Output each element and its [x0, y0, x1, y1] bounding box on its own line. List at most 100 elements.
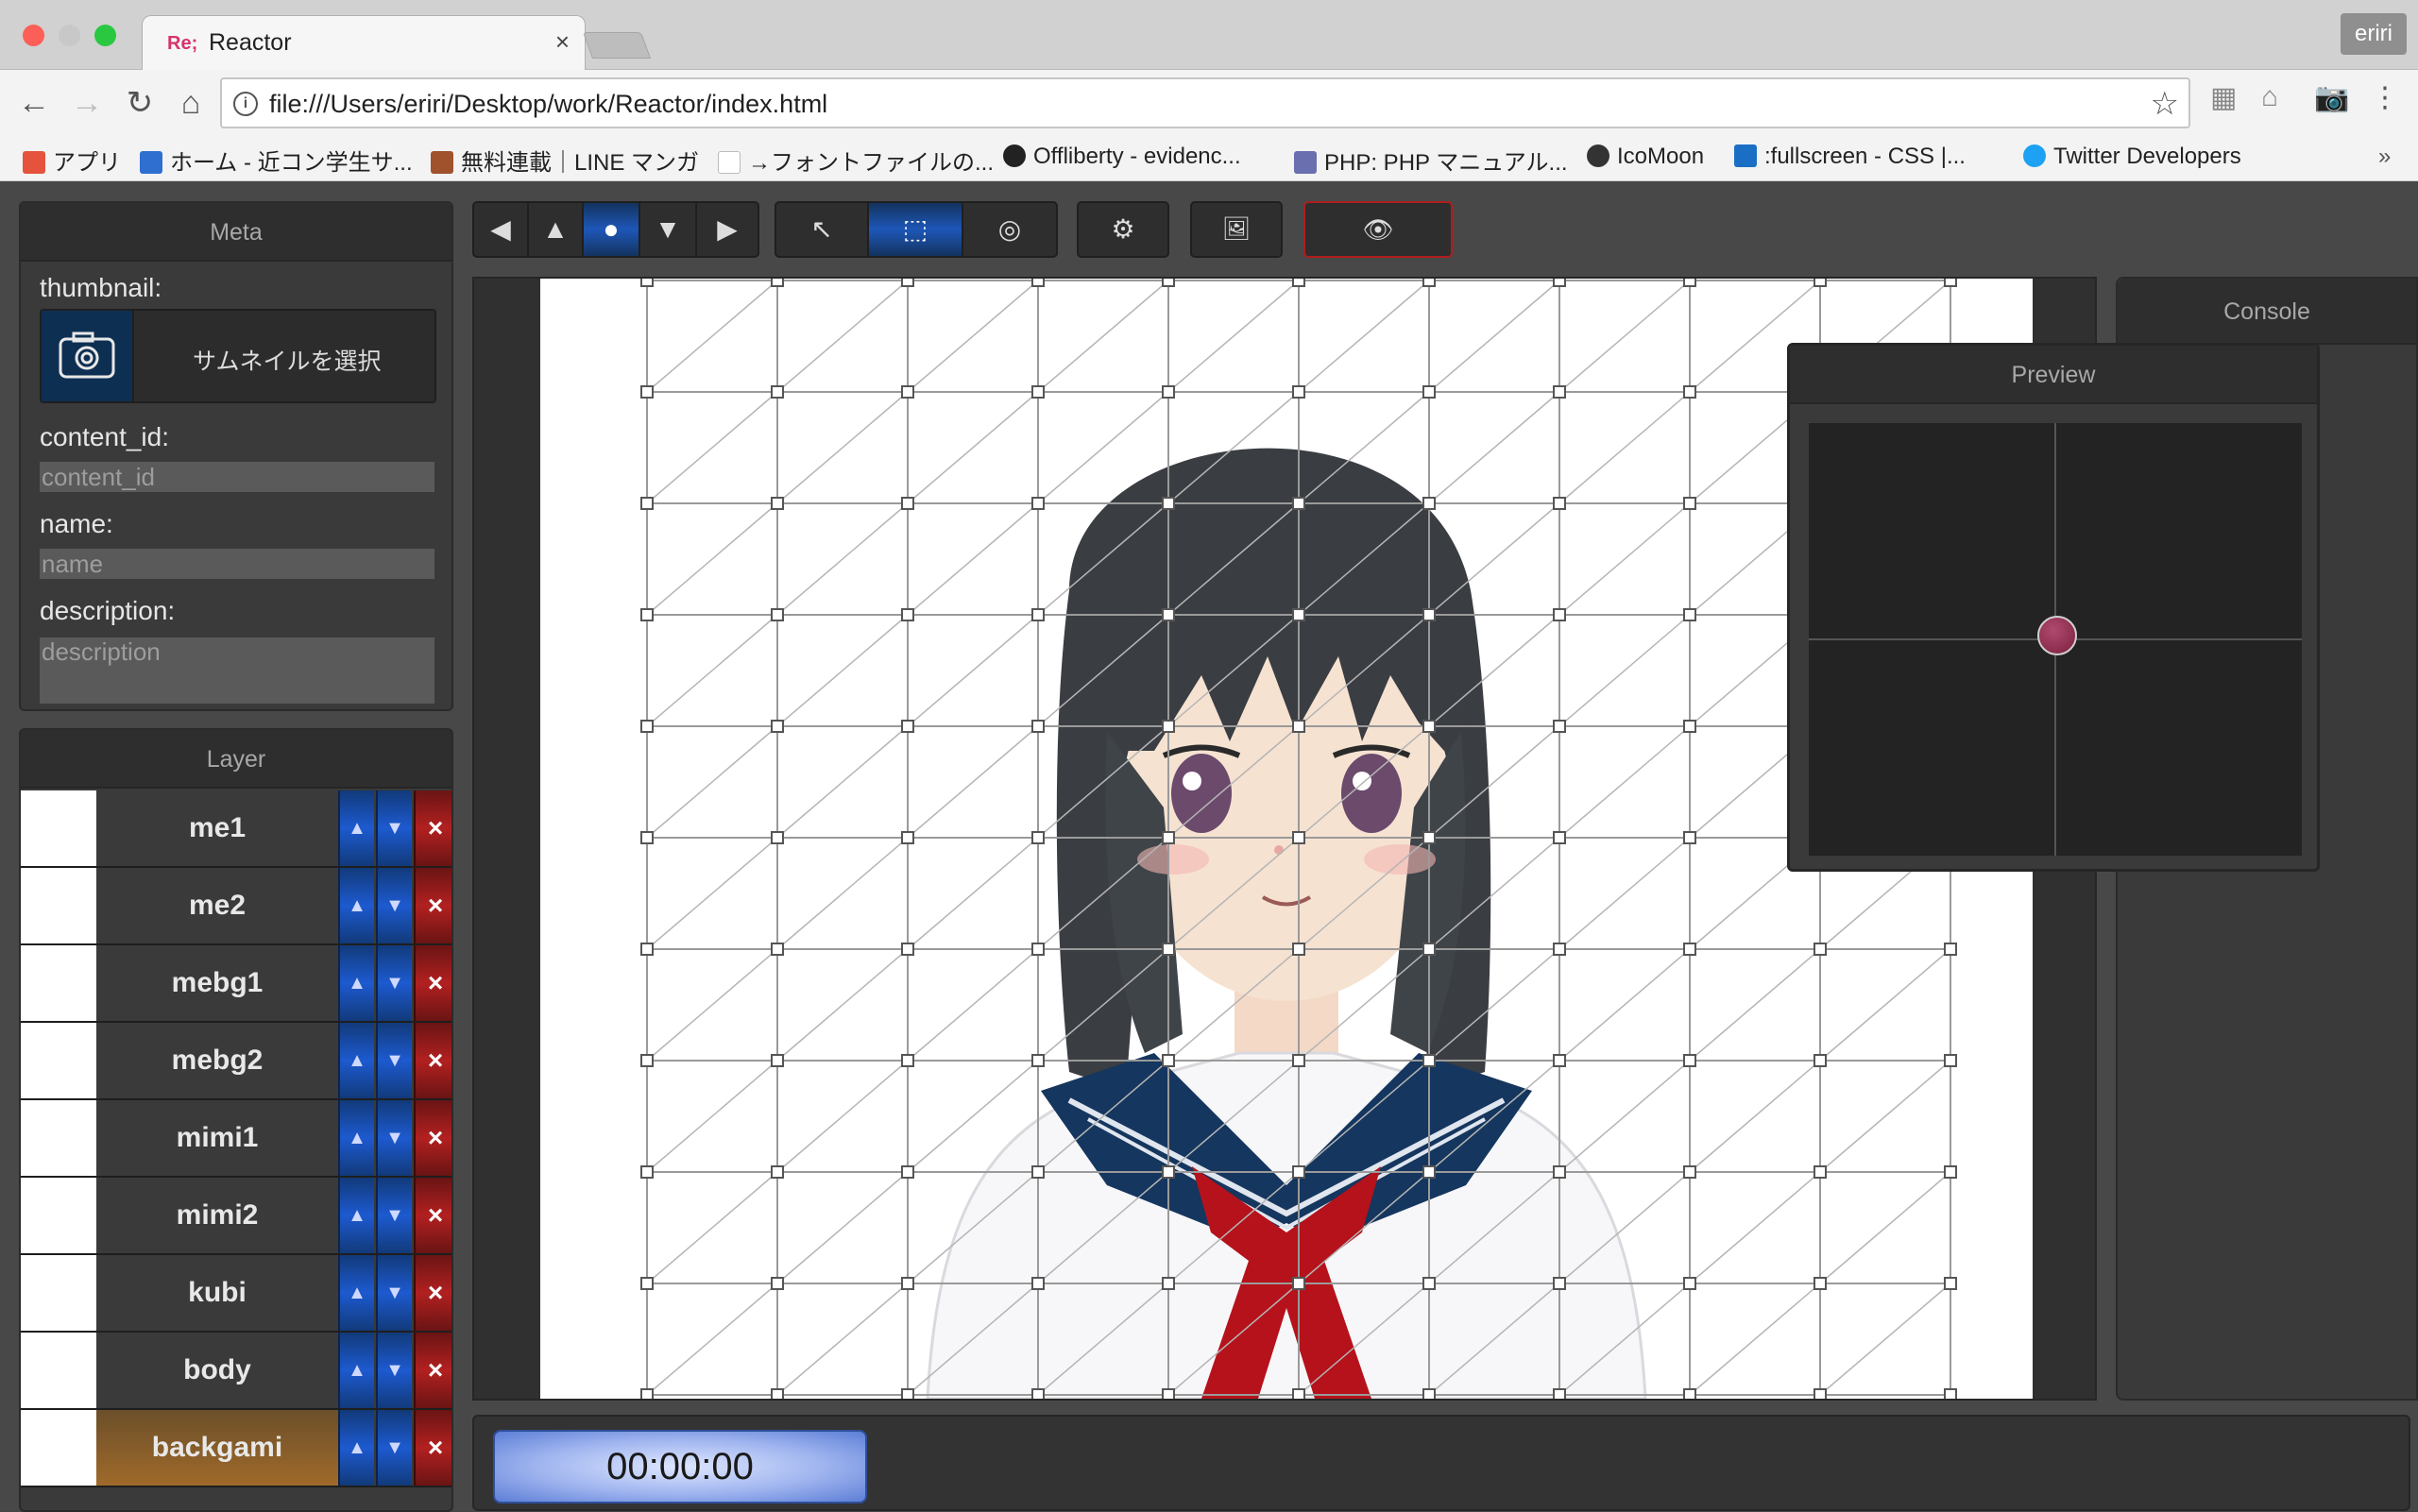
mesh-vertex-handle[interactable]: [1944, 1388, 1957, 1399]
layer-name[interactable]: me2: [96, 868, 338, 943]
layer-up-button[interactable]: ▲: [338, 1255, 374, 1331]
mesh-vertex-handle[interactable]: [1031, 831, 1045, 844]
mesh-tool-button[interactable]: ⬚: [869, 203, 963, 256]
layer-down-button[interactable]: ▼: [376, 1333, 412, 1408]
layer-down-button[interactable]: ▼: [376, 790, 412, 866]
layer-delete-button[interactable]: ×: [414, 1255, 451, 1331]
mesh-vertex-handle[interactable]: [1422, 385, 1436, 399]
mesh-vertex-handle[interactable]: [1553, 720, 1566, 733]
mesh-vertex-handle[interactable]: [640, 831, 654, 844]
bookmark-item[interactable]: アプリ: [23, 144, 121, 177]
move-down-button[interactable]: ▼: [640, 203, 697, 256]
mesh-vertex-handle[interactable]: [771, 608, 784, 621]
mesh-vertex-handle[interactable]: [1683, 720, 1696, 733]
settings-button[interactable]: ⚙: [1077, 201, 1169, 258]
mesh-vertex-handle[interactable]: [1031, 608, 1045, 621]
layer-up-button[interactable]: ▲: [338, 1178, 374, 1253]
mesh-vertex-handle[interactable]: [1553, 943, 1566, 956]
window-close-button[interactable]: [23, 25, 44, 46]
mesh-vertex-handle[interactable]: [901, 720, 914, 733]
bookmark-item[interactable]: 無料連載｜LINE マンガ: [431, 144, 699, 177]
bookmark-item[interactable]: ホーム - 近コン学生サ...: [140, 144, 413, 177]
mesh-vertex-handle[interactable]: [1553, 1165, 1566, 1179]
mesh-vertex-handle[interactable]: [1292, 1165, 1305, 1179]
mesh-vertex-handle[interactable]: [1031, 1388, 1045, 1399]
mesh-vertex-handle[interactable]: [640, 385, 654, 399]
prev-frame-button[interactable]: ◀: [474, 203, 529, 256]
mesh-vertex-handle[interactable]: [1683, 1277, 1696, 1290]
layer-name[interactable]: kubi: [96, 1255, 338, 1331]
mesh-vertex-handle[interactable]: [1553, 831, 1566, 844]
mesh-vertex-handle[interactable]: [1292, 720, 1305, 733]
mesh-vertex-handle[interactable]: [640, 1165, 654, 1179]
layer-row[interactable]: backgami ▲ ▼ ×: [21, 1410, 451, 1487]
layer-row[interactable]: body ▲ ▼ ×: [21, 1333, 451, 1410]
mesh-vertex-handle[interactable]: [1944, 1054, 1957, 1067]
name-input[interactable]: name: [40, 549, 434, 579]
mesh-vertex-handle[interactable]: [901, 1388, 914, 1399]
mesh-vertex-handle[interactable]: [640, 608, 654, 621]
preview-pad[interactable]: [1809, 423, 2302, 856]
mesh-vertex-handle[interactable]: [640, 279, 654, 287]
mesh-vertex-handle[interactable]: [1292, 1277, 1305, 1290]
mesh-vertex-handle[interactable]: [640, 720, 654, 733]
mesh-vertex-handle[interactable]: [1162, 720, 1175, 733]
layer-up-button[interactable]: ▲: [338, 1023, 374, 1098]
mesh-vertex-handle[interactable]: [1162, 608, 1175, 621]
timecode-display[interactable]: 00:00:00: [493, 1430, 867, 1504]
extension-icon[interactable]: ▦: [2210, 81, 2237, 114]
bookmark-item[interactable]: :fullscreen - CSS |...: [1734, 144, 1966, 170]
mesh-vertex-handle[interactable]: [901, 1165, 914, 1179]
next-frame-button[interactable]: ▶: [697, 203, 758, 256]
address-bar[interactable]: i file:///Users/eriri/Desktop/work/React…: [220, 77, 2190, 128]
mesh-vertex-handle[interactable]: [1031, 720, 1045, 733]
mesh-vertex-handle[interactable]: [901, 1277, 914, 1290]
bookmark-item[interactable]: →フォントファイルの...: [718, 144, 994, 177]
mesh-vertex-handle[interactable]: [1683, 943, 1696, 956]
mesh-vertex-handle[interactable]: [901, 831, 914, 844]
layer-down-button[interactable]: ▼: [376, 868, 412, 943]
mesh-vertex-handle[interactable]: [1553, 497, 1566, 510]
description-textarea[interactable]: description: [40, 637, 434, 704]
mesh-vertex-handle[interactable]: [1683, 279, 1696, 287]
layer-up-button[interactable]: ▲: [338, 790, 374, 866]
mesh-vertex-handle[interactable]: [1553, 1388, 1566, 1399]
mesh-vertex-handle[interactable]: [771, 1054, 784, 1067]
extension-home-icon[interactable]: ⌂: [2261, 81, 2278, 113]
layer-row[interactable]: me1 ▲ ▼ ×: [21, 790, 451, 868]
mesh-vertex-handle[interactable]: [1292, 608, 1305, 621]
mesh-vertex-handle[interactable]: [1814, 1165, 1827, 1179]
mesh-vertex-handle[interactable]: [771, 720, 784, 733]
mesh-vertex-handle[interactable]: [1422, 1054, 1436, 1067]
image-button[interactable]: 🖼: [1190, 201, 1283, 258]
layer-down-button[interactable]: ▼: [376, 1100, 412, 1176]
layer-delete-button[interactable]: ×: [414, 1023, 451, 1098]
window-minimize-button[interactable]: [59, 25, 80, 46]
mesh-vertex-handle[interactable]: [1162, 497, 1175, 510]
mesh-vertex-handle[interactable]: [1553, 1277, 1566, 1290]
mesh-vertex-handle[interactable]: [901, 943, 914, 956]
layer-up-button[interactable]: ▲: [338, 868, 374, 943]
mesh-vertex-handle[interactable]: [640, 943, 654, 956]
profile-button[interactable]: eriri: [2341, 13, 2407, 55]
preview-toggle-button[interactable]: 👁: [1303, 201, 1453, 258]
mesh-vertex-handle[interactable]: [1292, 497, 1305, 510]
mesh-vertex-handle[interactable]: [901, 385, 914, 399]
move-up-button[interactable]: ▲: [529, 203, 584, 256]
mesh-vertex-handle[interactable]: [640, 1277, 654, 1290]
layer-up-button[interactable]: ▲: [338, 1410, 374, 1486]
layer-row[interactable]: mebg1 ▲ ▼ ×: [21, 945, 451, 1023]
back-icon[interactable]: ←: [13, 83, 55, 125]
layer-up-button[interactable]: ▲: [338, 1333, 374, 1408]
mesh-vertex-handle[interactable]: [1422, 720, 1436, 733]
mesh-vertex-handle[interactable]: [1422, 831, 1436, 844]
layer-row[interactable]: mimi1 ▲ ▼ ×: [21, 1100, 451, 1178]
mesh-vertex-handle[interactable]: [1944, 943, 1957, 956]
mesh-vertex-handle[interactable]: [1814, 1277, 1827, 1290]
window-maximize-button[interactable]: [94, 25, 116, 46]
mesh-vertex-handle[interactable]: [1944, 1277, 1957, 1290]
reload-icon[interactable]: ↻: [119, 83, 161, 125]
mesh-vertex-handle[interactable]: [1162, 1165, 1175, 1179]
layer-down-button[interactable]: ▼: [376, 1410, 412, 1486]
mesh-vertex-handle[interactable]: [1683, 1165, 1696, 1179]
